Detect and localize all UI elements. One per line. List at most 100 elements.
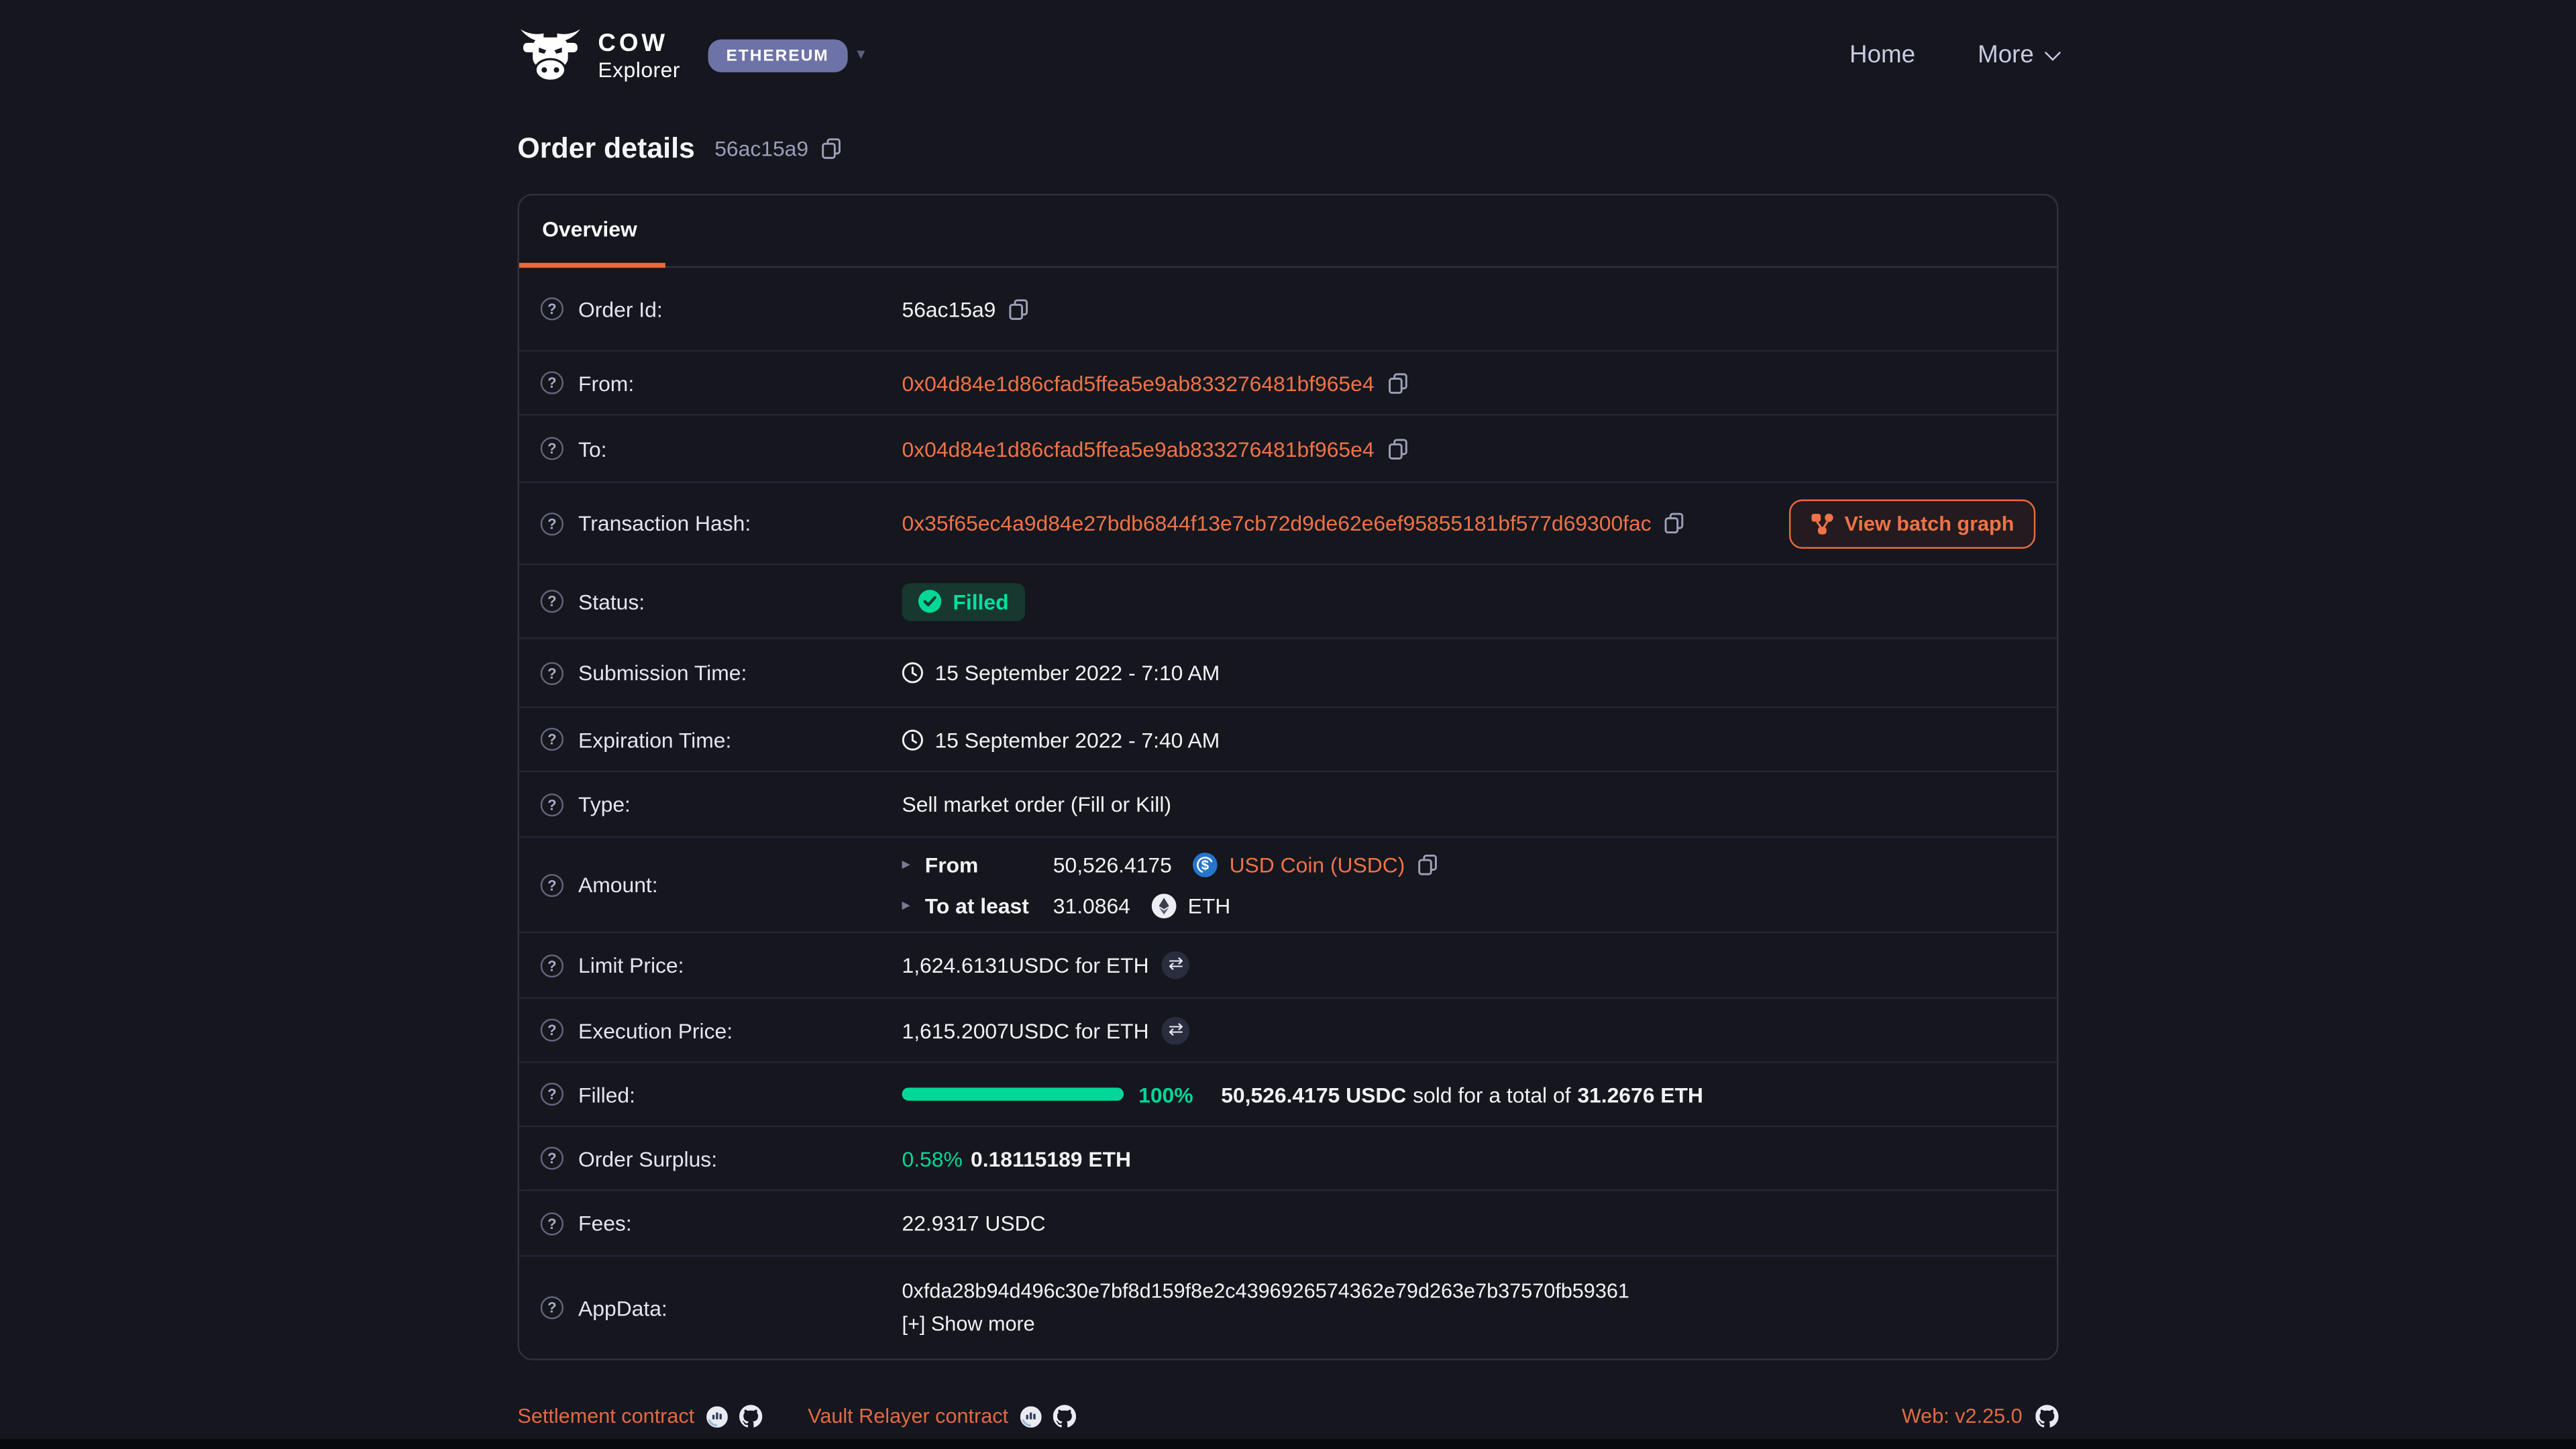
row-label: From: — [578, 370, 634, 395]
nav-home[interactable]: Home — [1849, 41, 1915, 69]
row-label: AppData: — [578, 1295, 667, 1320]
header: COW Explorer ETHEREUM ▾ Home More — [0, 0, 2576, 110]
row-label: Order Surplus: — [578, 1146, 717, 1171]
svg-text:$: $ — [1201, 857, 1210, 873]
help-icon: ? — [541, 873, 564, 896]
copy-icon[interactable] — [822, 138, 841, 160]
eth-token-icon — [1152, 893, 1177, 918]
help-icon: ? — [541, 437, 564, 460]
row-label: Limit Price: — [578, 953, 684, 977]
page: COW Explorer ETHEREUM ▾ Home More Order … — [0, 0, 2576, 1449]
swap-price-icon[interactable]: ⇄ — [1162, 1016, 1190, 1044]
surplus-percent: 0.58% — [902, 1146, 962, 1171]
filled-progress-bar — [902, 1087, 1124, 1101]
row-label: Execution Price: — [578, 1018, 733, 1042]
execution-price-value: 1,615.2007USDC for ETH — [902, 1018, 1148, 1042]
web-version-link[interactable]: Web: v2.25.0 — [1902, 1405, 2023, 1428]
limit-price-value: 1,624.6131USDC for ETH — [902, 953, 1148, 977]
row-limit-price: ? Limit Price: 1,624.6131USDC for ETH ⇄ — [519, 933, 2057, 999]
row-type: ? Type: Sell market order (Fill or Kill) — [519, 772, 2057, 838]
row-label: Expiration Time: — [578, 727, 731, 752]
show-more-link[interactable]: [+] Show more — [902, 1313, 1629, 1336]
view-batch-graph-button[interactable]: View batch graph — [1788, 498, 2035, 547]
tab-bar: Overview — [519, 195, 2057, 268]
github-icon[interactable] — [1053, 1405, 1075, 1428]
vault-relayer-contract-link[interactable]: Vault Relayer contract — [808, 1405, 1008, 1428]
github-icon[interactable] — [739, 1405, 761, 1428]
row-label: Status: — [578, 589, 645, 614]
status-badge: Filled — [902, 582, 1025, 620]
triangle-icon: ▸ — [902, 855, 924, 873]
from-address-link[interactable]: 0x04d84e1d86cfad5ffea5e9ab833276481bf965… — [902, 370, 1374, 395]
tab-overview[interactable]: Overview — [519, 195, 665, 268]
copy-icon[interactable] — [1387, 438, 1407, 460]
network-badge[interactable]: ETHEREUM — [708, 39, 847, 72]
help-icon: ? — [541, 1146, 564, 1169]
row-app-data: ? AppData: 0xfda28b94d496c30e7bf8d159f8e… — [519, 1256, 2057, 1358]
page-title: Order details — [517, 131, 694, 166]
row-submission-time: ? Submission Time: 15 September 2022 - 7… — [519, 639, 2057, 708]
main-content: Order details 56ac15a9 Overview ? Order … — [517, 131, 2058, 1442]
amount-from-line: ▸ From 50,526.4175 $ USD Coin (USDC) — [902, 852, 1438, 877]
row-label: Filled: — [578, 1082, 635, 1107]
logo[interactable]: COW Explorer — [517, 28, 680, 83]
app-data-value: 0xfda28b94d496c30e7bf8d159f8e2c439692657… — [902, 1280, 1629, 1303]
row-label: Order Id: — [578, 297, 663, 321]
row-order-surplus: ? Order Surplus: 0.58% 0.18115189 ETH — [519, 1127, 2057, 1191]
surplus-value: 0.18115189 ETH — [971, 1146, 1131, 1171]
usdc-token-icon: $ — [1193, 852, 1218, 877]
swap-price-icon[interactable]: ⇄ — [1162, 951, 1190, 979]
row-to: ? To: 0x04d84e1d86cfad5ffea5e9ab83327648… — [519, 416, 2057, 483]
filled-percent: 100% — [1138, 1082, 1193, 1107]
row-order-id: ? Order Id: 56ac15a9 — [519, 268, 2057, 352]
transaction-hash-link[interactable]: 0x35f65ec4a9d84e27bdb6844f13e7cb72d9de62… — [902, 511, 1651, 536]
row-filled: ? Filled: 100% 50,526.4175 USDC sold for… — [519, 1063, 2057, 1127]
fees-value: 22.9317 USDC — [902, 1211, 1045, 1236]
clock-icon — [902, 729, 923, 750]
order-id-value: 56ac15a9 — [902, 297, 996, 321]
network-selector[interactable]: ETHEREUM ▾ — [708, 39, 865, 72]
etherscan-icon[interactable] — [1020, 1405, 1041, 1427]
row-label: Type: — [578, 792, 631, 816]
help-icon: ? — [541, 512, 564, 535]
copy-icon[interactable] — [1009, 298, 1028, 319]
github-icon[interactable] — [2035, 1405, 2058, 1428]
expiration-time-value: 15 September 2022 - 7:40 AM — [934, 727, 1220, 752]
usdc-token-link[interactable]: USD Coin (USDC) — [1230, 852, 1405, 877]
vault-relayer-contract-group: Vault Relayer contract — [808, 1405, 1075, 1428]
bottom-strip — [0, 1439, 2576, 1449]
logo-title: COW — [598, 30, 680, 55]
row-label: Submission Time: — [578, 660, 747, 685]
help-icon: ? — [541, 1083, 564, 1106]
logo-subtitle: Explorer — [598, 58, 680, 80]
submission-time-value: 15 September 2022 - 7:10 AM — [934, 660, 1220, 685]
help-icon: ? — [541, 793, 564, 816]
row-fees: ? Fees: 22.9317 USDC — [519, 1191, 2057, 1257]
order-details-card: Overview ? Order Id: 56ac15a9 ? — [517, 194, 2058, 1360]
settlement-contract-group: Settlement contract — [517, 1405, 761, 1428]
help-icon: ? — [541, 371, 564, 394]
row-label: Amount: — [578, 872, 658, 897]
help-icon: ? — [541, 590, 564, 612]
row-execution-price: ? Execution Price: 1,615.2007USDC for ET… — [519, 999, 2057, 1063]
chevron-down-icon: ▾ — [857, 46, 865, 64]
etherscan-icon[interactable] — [706, 1405, 727, 1427]
amount-to-line: ▸ To at least 31.0864 ETH — [902, 893, 1438, 918]
chevron-down-icon — [2045, 44, 2061, 60]
help-icon: ? — [541, 297, 564, 320]
help-icon: ? — [541, 1212, 564, 1234]
row-expiration-time: ? Expiration Time: 15 September 2022 - 7… — [519, 708, 2057, 773]
eth-token-label: ETH — [1188, 893, 1231, 918]
nav-more[interactable]: More — [1978, 41, 2058, 69]
help-icon: ? — [541, 661, 564, 684]
row-status: ? Status: Filled — [519, 565, 2057, 639]
footer: Settlement contract Vault Relayer contra… — [517, 1360, 2058, 1442]
copy-icon[interactable] — [1418, 853, 1438, 875]
settlement-contract-link[interactable]: Settlement contract — [517, 1405, 694, 1428]
order-short-id: 56ac15a9 — [714, 136, 808, 161]
to-address-link[interactable]: 0x04d84e1d86cfad5ffea5e9ab833276481bf965… — [902, 436, 1374, 461]
copy-icon[interactable] — [1664, 513, 1684, 534]
amount-to-value: 31.0864 — [1053, 893, 1130, 918]
copy-icon[interactable] — [1387, 372, 1407, 394]
help-icon: ? — [541, 728, 564, 751]
